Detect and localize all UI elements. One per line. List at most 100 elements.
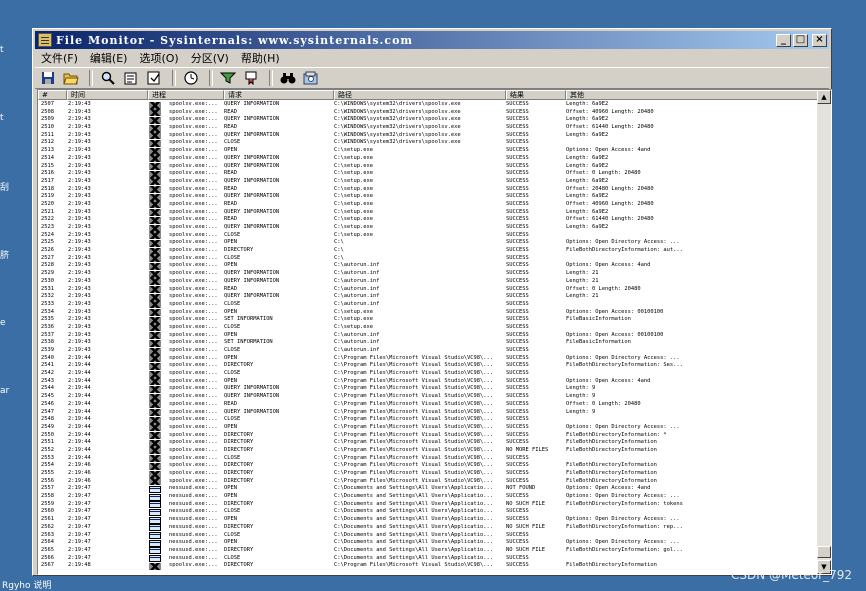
- table-row[interactable]: 2529 2:19:43 spoolsv.exe:... QUERY INFORMAT…: [38, 270, 820, 278]
- table-row[interactable]: 2539 2:19:43 spoolsv.exe:... CLOSE C:\autoru…: [38, 347, 820, 355]
- scroll-up-button[interactable]: ▲: [817, 90, 831, 104]
- menu-options[interactable]: 选项(O): [133, 50, 184, 66]
- table-row[interactable]: 2538 2:19:43 spoolsv.exe:... SET INFORMATIO…: [38, 339, 820, 347]
- table-row[interactable]: 2516 2:19:43 spoolsv.exe:... READ C:\setup.e…: [38, 170, 820, 178]
- table-row[interactable]: 2552 2:19:44 spoolsv.exe:... DIRECTORY C:\Pr…: [38, 447, 820, 455]
- column-header-process[interactable]: 进程: [148, 90, 224, 100]
- cell-request: DIRECTORY: [224, 247, 254, 254]
- menu-help[interactable]: 帮助(H): [235, 50, 286, 66]
- table-row[interactable]: 2535 2:19:43 spoolsv.exe:... SET INFORMATIO…: [38, 316, 820, 324]
- vertical-scrollbar[interactable]: ▲ ▼: [817, 90, 831, 574]
- table-row[interactable]: 2534 2:19:43 spoolsv.exe:... OPEN C:\setup.e…: [38, 309, 820, 317]
- table-row[interactable]: 2567 2:19:48 spoolsv.exe:... DIRECTORY C:\Pr…: [38, 562, 820, 570]
- cell-request: CLOSE: [224, 300, 241, 307]
- table-row[interactable]: 2521 2:19:43 spoolsv.exe:... QUERY INFORMAT…: [38, 209, 820, 217]
- column-header-request[interactable]: 请求: [224, 90, 334, 100]
- title-bar[interactable]: File Monitor - Sysinternals: www.sysinte…: [35, 31, 829, 49]
- table-row[interactable]: 2559 2:19:47 nessusd.exe:... DIRECTORY C:\Do…: [38, 501, 820, 509]
- table-row[interactable]: 2548 2:19:44 spoolsv.exe:... CLOSE C:\Progra…: [38, 416, 820, 424]
- table-row[interactable]: 2557 2:19:47 nessusd.exe:... OPEN C:\Documen…: [38, 485, 820, 493]
- cell-path: C:\Documents and Settings\All Users\Appl…: [334, 539, 494, 546]
- table-row[interactable]: 2540 2:19:44 spoolsv.exe:... OPEN C:\Program…: [38, 355, 820, 363]
- filter-icon[interactable]: [219, 70, 237, 86]
- spooler-process-icon: [149, 362, 161, 370]
- menu-edit[interactable]: 编辑(E): [84, 50, 134, 66]
- table-row[interactable]: 2512 2:19:43 spoolsv.exe:... CLOSE C:\WINDOW…: [38, 139, 820, 147]
- column-header-result[interactable]: 结果: [506, 90, 566, 100]
- table-row[interactable]: 2561 2:19:47 nessusd.exe:... OPEN C:\Documen…: [38, 516, 820, 524]
- table-row[interactable]: 2558 2:19:47 nessusd.exe:... OPEN C:\Documen…: [38, 493, 820, 501]
- menu-volumes[interactable]: 分区(V): [185, 50, 235, 66]
- minimize-button[interactable]: _: [776, 33, 791, 47]
- table-row[interactable]: 2554 2:19:46 spoolsv.exe:... DIRECTORY C:\Pr…: [38, 462, 820, 470]
- magnifier-icon[interactable]: [99, 70, 117, 86]
- cell-sequence-number: 2552: [41, 446, 54, 453]
- table-row[interactable]: 2515 2:19:43 spoolsv.exe:... QUERY INFORMAT…: [38, 163, 820, 171]
- table-row[interactable]: 2508 2:19:43 spoolsv.exe:... READ C:\WINDOWS…: [38, 109, 820, 117]
- table-row[interactable]: 2517 2:19:43 spoolsv.exe:... QUERY INFORMAT…: [38, 178, 820, 186]
- save-icon[interactable]: [39, 70, 57, 86]
- column-header-time[interactable]: 时间: [67, 90, 148, 100]
- capture-icon[interactable]: [122, 70, 140, 86]
- table-row[interactable]: 2563 2:19:47 nessusd.exe:... CLOSE C:\Docume…: [38, 532, 820, 540]
- menu-file[interactable]: 文件(F): [35, 50, 84, 66]
- table-row[interactable]: 2522 2:19:43 spoolsv.exe:... READ C:\setup.e…: [38, 216, 820, 224]
- event-list[interactable]: # 时间 进程 请求 路径 结果 其他 2507 2:19:43 spoolsv.e…: [37, 89, 832, 575]
- close-button[interactable]: ×: [812, 33, 827, 47]
- binoculars-icon[interactable]: [279, 70, 297, 86]
- highlight-icon[interactable]: [242, 70, 260, 86]
- open-folder-icon[interactable]: [62, 70, 80, 86]
- scroll-thumb[interactable]: [817, 546, 831, 558]
- table-row[interactable]: 2562 2:19:47 nessusd.exe:... DIRECTORY C:\Do…: [38, 524, 820, 532]
- table-row[interactable]: 2545 2:19:44 spoolsv.exe:... QUERY INFORMAT…: [38, 393, 820, 401]
- table-row[interactable]: 2523 2:19:43 spoolsv.exe:... QUERY INFORMAT…: [38, 224, 820, 232]
- explorer-icon[interactable]: [302, 70, 320, 86]
- table-row[interactable]: 2560 2:19:47 nessusd.exe:... CLOSE C:\Docume…: [38, 508, 820, 516]
- table-row[interactable]: 2544 2:19:44 spoolsv.exe:... QUERY INFORMAT…: [38, 385, 820, 393]
- table-row[interactable]: 2533 2:19:43 spoolsv.exe:... CLOSE C:\autoru…: [38, 301, 820, 309]
- column-header-other[interactable]: 其他: [566, 90, 820, 100]
- table-row[interactable]: 2536 2:19:43 spoolsv.exe:... CLOSE C:\setup.…: [38, 324, 820, 332]
- table-row[interactable]: 2525 2:19:43 spoolsv.exe:... OPEN C:\ SUCCESS…: [38, 239, 820, 247]
- cell-process: spoolsv.exe:...: [169, 462, 218, 469]
- table-row[interactable]: 2530 2:19:43 spoolsv.exe:... QUERY INFORMAT…: [38, 278, 820, 286]
- table-row[interactable]: 2509 2:19:43 spoolsv.exe:... QUERY INFORMAT…: [38, 116, 820, 124]
- table-row[interactable]: 2520 2:19:43 spoolsv.exe:... READ C:\setup.e…: [38, 201, 820, 209]
- table-row[interactable]: 2553 2:19:44 spoolsv.exe:... CLOSE C:\Progra…: [38, 455, 820, 463]
- table-row[interactable]: 2514 2:19:43 spoolsv.exe:... QUERY INFORMAT…: [38, 155, 820, 163]
- table-row[interactable]: 2526 2:19:43 spoolsv.exe:... DIRECTORY C:\ SU…: [38, 247, 820, 255]
- table-row[interactable]: 2551 2:19:44 spoolsv.exe:... DIRECTORY C:\Pr…: [38, 439, 820, 447]
- table-row[interactable]: 2564 2:19:47 nessusd.exe:... OPEN C:\Documen…: [38, 539, 820, 547]
- cell-result: SUCCESS: [506, 539, 529, 546]
- table-row[interactable]: 2513 2:19:43 spoolsv.exe:... OPEN C:\setup.e…: [38, 147, 820, 155]
- table-row[interactable]: 2550 2:19:44 spoolsv.exe:... DIRECTORY C:\Pr…: [38, 432, 820, 440]
- table-row[interactable]: 2549 2:19:44 spoolsv.exe:... OPEN C:\Program…: [38, 424, 820, 432]
- table-row[interactable]: 2507 2:19:43 spoolsv.exe:... QUERY INFORMAT…: [38, 101, 820, 109]
- table-row[interactable]: 2532 2:19:43 spoolsv.exe:... QUERY INFORMAT…: [38, 293, 820, 301]
- table-row[interactable]: 2566 2:19:47 nessusd.exe:... CLOSE C:\Docume…: [38, 555, 820, 563]
- table-row[interactable]: 2556 2:19:46 spoolsv.exe:... DIRECTORY C:\Pr…: [38, 478, 820, 486]
- table-row[interactable]: 2527 2:19:43 spoolsv.exe:... CLOSE C:\ SUCCES…: [38, 255, 820, 263]
- table-row[interactable]: 2537 2:19:43 spoolsv.exe:... OPEN C:\autorun…: [38, 332, 820, 340]
- maximize-button[interactable]: □: [793, 33, 808, 47]
- table-row[interactable]: 2543 2:19:44 spoolsv.exe:... OPEN C:\Program…: [38, 378, 820, 386]
- table-row[interactable]: 2565 2:19:47 nessusd.exe:... DIRECTORY C:\Do…: [38, 547, 820, 555]
- table-row[interactable]: 2524 2:19:43 spoolsv.exe:... CLOSE C:\setup.…: [38, 232, 820, 240]
- table-row[interactable]: 2519 2:19:43 spoolsv.exe:... QUERY INFORMAT…: [38, 193, 820, 201]
- cell-path: C:\Documents and Settings\All Users\Appl…: [334, 508, 494, 515]
- clock-icon[interactable]: [182, 70, 200, 86]
- table-row[interactable]: 2528 2:19:43 spoolsv.exe:... OPEN C:\autorun…: [38, 262, 820, 270]
- table-row[interactable]: 2518 2:19:43 spoolsv.exe:... READ C:\setup.e…: [38, 186, 820, 194]
- table-row[interactable]: 2511 2:19:43 spoolsv.exe:... QUERY INFORMAT…: [38, 132, 820, 140]
- table-row[interactable]: 2555 2:19:46 spoolsv.exe:... DIRECTORY C:\Pr…: [38, 470, 820, 478]
- table-row[interactable]: 2541 2:19:44 spoolsv.exe:... DIRECTORY C:\Pr…: [38, 362, 820, 370]
- table-row[interactable]: 2510 2:19:43 spoolsv.exe:... READ C:\WINDOWS…: [38, 124, 820, 132]
- table-row[interactable]: 2531 2:19:43 spoolsv.exe:... READ C:\autorun…: [38, 286, 820, 294]
- column-header-path[interactable]: 路径: [334, 90, 506, 100]
- autoscroll-icon[interactable]: [145, 70, 163, 86]
- table-row[interactable]: 2546 2:19:44 spoolsv.exe:... READ C:\Program…: [38, 401, 820, 409]
- column-header-number[interactable]: #: [38, 90, 67, 100]
- table-row[interactable]: 2542 2:19:44 spoolsv.exe:... CLOSE C:\Progra…: [38, 370, 820, 378]
- table-row[interactable]: 2547 2:19:44 spoolsv.exe:... QUERY INFORMAT…: [38, 409, 820, 417]
- cell-sequence-number: 2535: [41, 316, 54, 323]
